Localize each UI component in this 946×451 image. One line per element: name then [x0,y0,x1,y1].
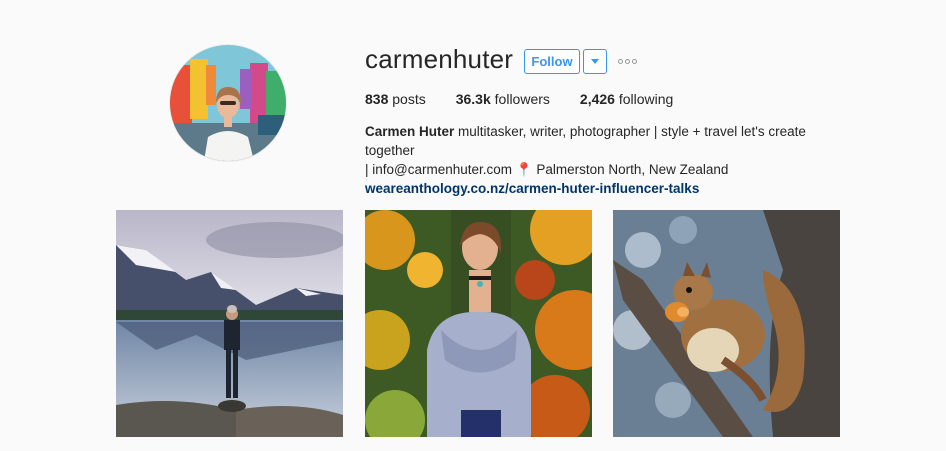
followers-count: 36.3k [455,91,491,107]
posts-count: 838 [365,91,389,107]
profile-page: carmenhuter Follow 838 posts 36.3k follo… [0,0,946,451]
dot [632,58,637,64]
suggestions-dropdown-button[interactable] [583,49,607,74]
mountain-lake-photo [116,210,343,437]
dot [618,58,623,64]
profile-stats: 838 posts 36.3k followers 2,426 followin… [365,91,703,107]
dot [625,58,630,64]
bio-website-link[interactable]: weareanthology.co.nz/carmen-huter-influe… [365,181,699,196]
post-thumbnail[interactable] [365,210,592,437]
follow-button[interactable]: Follow [524,49,580,74]
autumn-portrait-photo [365,210,592,437]
following-label: following [618,91,674,107]
following-stat[interactable]: 2,426 following [580,91,673,107]
post-thumbnail[interactable] [613,210,840,437]
posts-label: posts [392,91,426,107]
squirrel-photo [613,210,840,437]
bio-text-line2: | info@carmenhuter.com [365,162,516,177]
followers-stat[interactable]: 36.3k followers [456,91,550,107]
profile-username: carmenhuter [365,44,514,74]
location-pin-icon: 📍 [515,162,533,177]
followers-label: followers [494,91,550,107]
more-options-icon[interactable] [618,55,640,67]
profile-full-name: Carmen Huter [365,124,455,139]
profile-bio: Carmen Huter multitasker, writer, photog… [365,122,845,198]
following-count: 2,426 [579,91,615,107]
post-thumbnail[interactable] [116,210,343,437]
caret-down-icon [591,59,599,64]
posts-stat: 838 posts [365,91,426,107]
bio-location: Palmerston North, New Zealand [536,162,729,177]
profile-avatar[interactable] [170,45,286,161]
avatar-image [170,45,286,161]
